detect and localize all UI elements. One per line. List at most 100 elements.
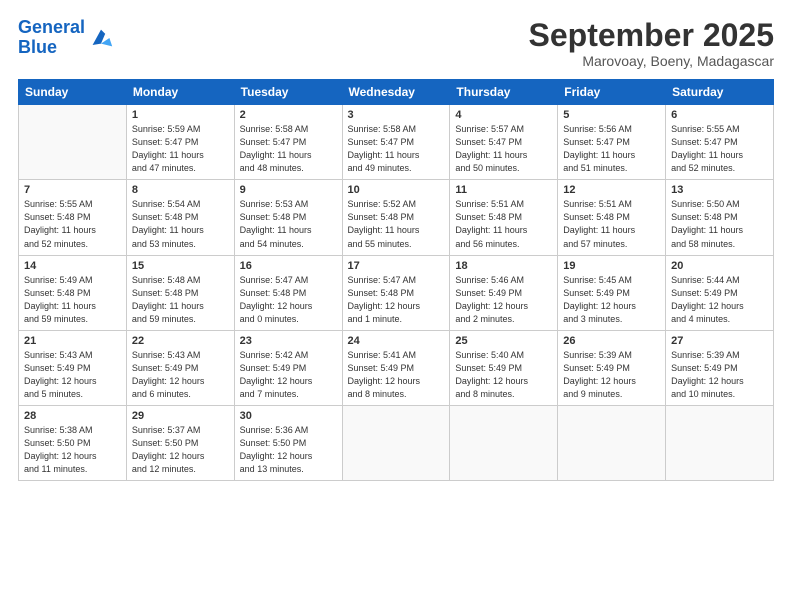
day-cell: 6 Sunrise: 5:55 AM Sunset: 5:47 PM Daylig…	[666, 105, 774, 180]
day-cell: 11 Sunrise: 5:51 AM Sunset: 5:48 PM Dayli…	[450, 180, 558, 255]
day-info: Sunrise: 5:56 AM Sunset: 5:47 PM Dayligh…	[563, 123, 660, 175]
day-number: 3	[348, 109, 445, 121]
day-cell	[19, 105, 127, 180]
day-number: 2	[240, 109, 337, 121]
calendar-header-tuesday: Tuesday	[234, 80, 342, 105]
day-cell: 29 Sunrise: 5:37 AM Sunset: 5:50 PM Dayli…	[126, 405, 234, 480]
day-cell: 10 Sunrise: 5:52 AM Sunset: 5:48 PM Dayli…	[342, 180, 450, 255]
day-info: Sunrise: 5:38 AM Sunset: 5:50 PM Dayligh…	[24, 424, 121, 476]
day-number: 12	[563, 184, 660, 196]
day-cell: 18Sunrise: 5:46 AM Sunset: 5:49 PM Dayli…	[450, 255, 558, 330]
day-number: 17	[348, 260, 445, 272]
day-info: Sunrise: 5:53 AM Sunset: 5:48 PM Dayligh…	[240, 198, 337, 250]
day-info: Sunrise: 5:55 AM Sunset: 5:48 PM Dayligh…	[24, 198, 121, 250]
day-info: Sunrise: 5:49 AM Sunset: 5:48 PM Dayligh…	[24, 274, 121, 326]
day-cell: 15 Sunrise: 5:48 AM Sunset: 5:48 PM Dayli…	[126, 255, 234, 330]
day-cell: 3 Sunrise: 5:58 AM Sunset: 5:47 PM Daylig…	[342, 105, 450, 180]
calendar-header-sunday: Sunday	[19, 80, 127, 105]
day-cell: 8Sunrise: 5:54 AM Sunset: 5:48 PM Daylig…	[126, 180, 234, 255]
calendar-header-thursday: Thursday	[450, 80, 558, 105]
day-info: Sunrise: 5:58 AM Sunset: 5:47 PM Dayligh…	[348, 123, 445, 175]
day-cell: 19 Sunrise: 5:45 AM Sunset: 5:49 PM Dayli…	[558, 255, 666, 330]
logo-line1: General	[18, 17, 85, 37]
day-number: 25	[455, 335, 552, 347]
day-number: 15	[132, 260, 229, 272]
day-info: Sunrise: 5:54 AM Sunset: 5:48 PM Dayligh…	[132, 198, 229, 250]
day-number: 4	[455, 109, 552, 121]
day-info: Sunrise: 5:41 AM Sunset: 5:49 PM Dayligh…	[348, 349, 445, 401]
day-number: 21	[24, 335, 121, 347]
day-info: Sunrise: 5:55 AM Sunset: 5:47 PM Dayligh…	[671, 123, 768, 175]
day-info: Sunrise: 5:51 AM Sunset: 5:48 PM Dayligh…	[455, 198, 552, 250]
day-cell: 24Sunrise: 5:41 AM Sunset: 5:49 PM Dayli…	[342, 330, 450, 405]
location: Marovoay, Boeny, Madagascar	[529, 53, 774, 69]
logo: General Blue	[18, 18, 115, 58]
day-info: Sunrise: 5:48 AM Sunset: 5:48 PM Dayligh…	[132, 274, 229, 326]
day-number: 1	[132, 109, 229, 121]
day-cell: 30Sunrise: 5:36 AM Sunset: 5:50 PM Dayli…	[234, 405, 342, 480]
day-info: Sunrise: 5:43 AM Sunset: 5:49 PM Dayligh…	[132, 349, 229, 401]
calendar-page: General Blue September 2025 Marovoay, Bo…	[0, 0, 792, 612]
day-number: 16	[240, 260, 337, 272]
day-number: 7	[24, 184, 121, 196]
day-cell: 13 Sunrise: 5:50 AM Sunset: 5:48 PM Dayli…	[666, 180, 774, 255]
day-cell: 22 Sunrise: 5:43 AM Sunset: 5:49 PM Dayli…	[126, 330, 234, 405]
day-cell: 21Sunrise: 5:43 AM Sunset: 5:49 PM Dayli…	[19, 330, 127, 405]
day-number: 6	[671, 109, 768, 121]
day-number: 13	[671, 184, 768, 196]
calendar-table: SundayMondayTuesdayWednesdayThursdayFrid…	[18, 79, 774, 481]
day-number: 5	[563, 109, 660, 121]
day-info: Sunrise: 5:40 AM Sunset: 5:49 PM Dayligh…	[455, 349, 552, 401]
day-info: Sunrise: 5:47 AM Sunset: 5:48 PM Dayligh…	[348, 274, 445, 326]
day-cell	[342, 405, 450, 480]
day-number: 10	[348, 184, 445, 196]
day-number: 27	[671, 335, 768, 347]
day-number: 23	[240, 335, 337, 347]
day-info: Sunrise: 5:39 AM Sunset: 5:49 PM Dayligh…	[671, 349, 768, 401]
day-cell: 2Sunrise: 5:58 AM Sunset: 5:47 PM Daylig…	[234, 105, 342, 180]
day-cell	[558, 405, 666, 480]
day-cell: 12 Sunrise: 5:51 AM Sunset: 5:48 PM Dayli…	[558, 180, 666, 255]
day-info: Sunrise: 5:39 AM Sunset: 5:49 PM Dayligh…	[563, 349, 660, 401]
day-info: Sunrise: 5:57 AM Sunset: 5:47 PM Dayligh…	[455, 123, 552, 175]
day-cell	[450, 405, 558, 480]
week-row-3: 21 Sunrise: 5:43 AM Sunset: 5:49 PM Dayli…	[19, 330, 774, 405]
day-info: Sunrise: 5:36 AM Sunset: 5:50 PM Dayligh…	[240, 424, 337, 476]
month-title: September 2025	[529, 18, 774, 53]
day-cell: 14Sunrise: 5:49 AM Sunset: 5:48 PM Dayli…	[19, 255, 127, 330]
day-number: 19	[563, 260, 660, 272]
day-cell	[666, 405, 774, 480]
day-info: Sunrise: 5:59 AM Sunset: 5:47 PM Dayligh…	[132, 123, 229, 175]
day-cell: 17 Sunrise: 5:47 AM Sunset: 5:48 PM Dayli…	[342, 255, 450, 330]
day-cell: 4 Sunrise: 5:57 AM Sunset: 5:47 PM Daylig…	[450, 105, 558, 180]
week-row-2: 14Sunrise: 5:49 AM Sunset: 5:48 PM Dayli…	[19, 255, 774, 330]
logo-line2: Blue	[18, 37, 57, 57]
day-number: 20	[671, 260, 768, 272]
title-block: September 2025 Marovoay, Boeny, Madagasc…	[529, 18, 774, 69]
day-info: Sunrise: 5:50 AM Sunset: 5:48 PM Dayligh…	[671, 198, 768, 250]
day-cell: 26Sunrise: 5:39 AM Sunset: 5:49 PM Dayli…	[558, 330, 666, 405]
logo-text: General Blue	[18, 18, 85, 58]
day-cell: 27 Sunrise: 5:39 AM Sunset: 5:49 PM Dayli…	[666, 330, 774, 405]
day-number: 22	[132, 335, 229, 347]
day-info: Sunrise: 5:47 AM Sunset: 5:48 PM Dayligh…	[240, 274, 337, 326]
day-number: 29	[132, 410, 229, 422]
calendar-header-row: SundayMondayTuesdayWednesdayThursdayFrid…	[19, 80, 774, 105]
calendar-header-wednesday: Wednesday	[342, 80, 450, 105]
week-row-0: 1 Sunrise: 5:59 AM Sunset: 5:47 PM Daylig…	[19, 105, 774, 180]
day-info: Sunrise: 5:45 AM Sunset: 5:49 PM Dayligh…	[563, 274, 660, 326]
calendar-header-saturday: Saturday	[666, 80, 774, 105]
day-cell: 9Sunrise: 5:53 AM Sunset: 5:48 PM Daylig…	[234, 180, 342, 255]
day-cell: 16 Sunrise: 5:47 AM Sunset: 5:48 PM Dayli…	[234, 255, 342, 330]
day-cell: 23Sunrise: 5:42 AM Sunset: 5:49 PM Dayli…	[234, 330, 342, 405]
day-info: Sunrise: 5:52 AM Sunset: 5:48 PM Dayligh…	[348, 198, 445, 250]
day-info: Sunrise: 5:46 AM Sunset: 5:49 PM Dayligh…	[455, 274, 552, 326]
day-number: 11	[455, 184, 552, 196]
week-row-1: 7 Sunrise: 5:55 AM Sunset: 5:48 PM Daylig…	[19, 180, 774, 255]
logo-icon	[87, 24, 115, 52]
day-info: Sunrise: 5:51 AM Sunset: 5:48 PM Dayligh…	[563, 198, 660, 250]
calendar-header-monday: Monday	[126, 80, 234, 105]
day-info: Sunrise: 5:37 AM Sunset: 5:50 PM Dayligh…	[132, 424, 229, 476]
week-row-4: 28Sunrise: 5:38 AM Sunset: 5:50 PM Dayli…	[19, 405, 774, 480]
day-cell: 28Sunrise: 5:38 AM Sunset: 5:50 PM Dayli…	[19, 405, 127, 480]
